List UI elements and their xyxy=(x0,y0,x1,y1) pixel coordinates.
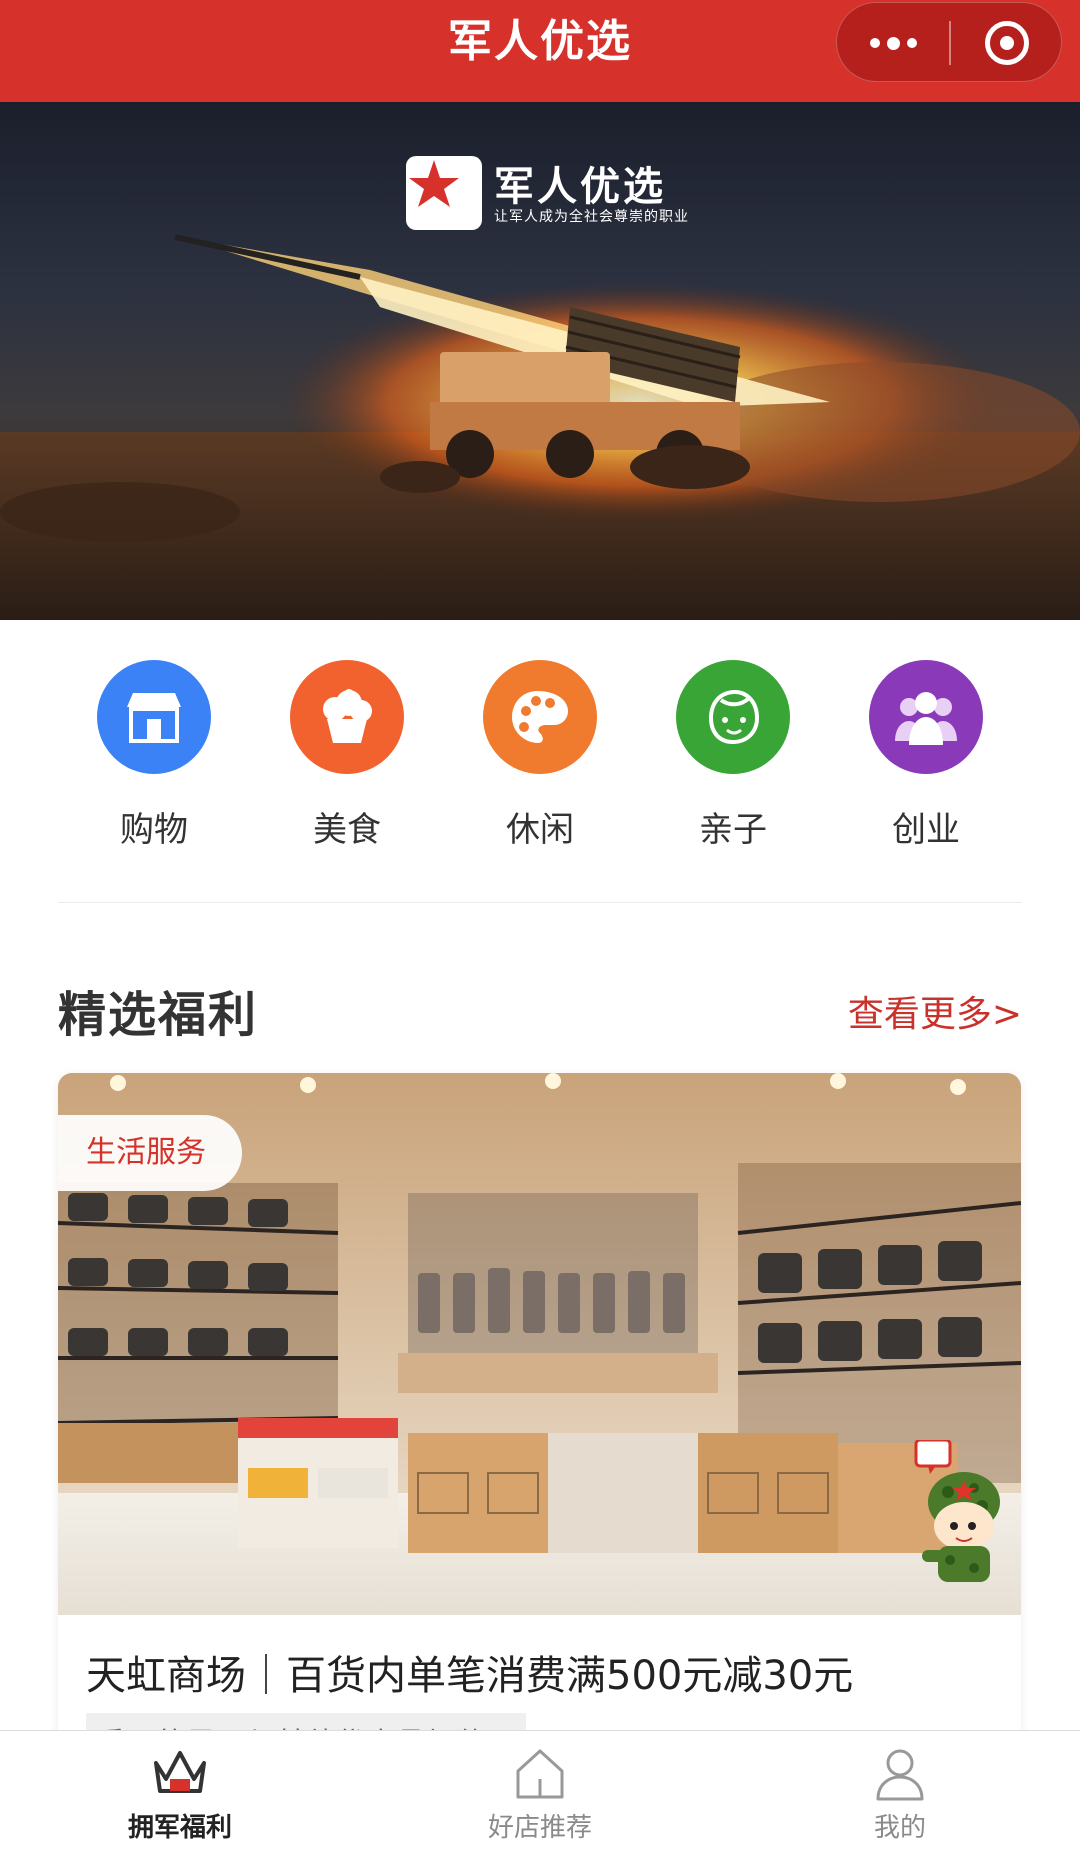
group-icon xyxy=(869,660,983,774)
view-more-link[interactable]: 查看更多> xyxy=(848,985,1022,1037)
category-parenting[interactable]: 亲子 xyxy=(663,660,803,851)
divider xyxy=(58,902,1022,903)
category-leisure[interactable]: 休闲 xyxy=(470,660,610,851)
navigation-bar: 军人优选 xyxy=(0,0,1080,102)
tab-label: 好店推荐 xyxy=(487,1813,592,1843)
category-label: 亲子 xyxy=(699,810,767,850)
brand-slogan: 让军人成为全社会尊崇的职业 xyxy=(494,209,689,225)
more-dots-icon xyxy=(869,38,880,48)
store-icon xyxy=(97,660,211,774)
category-tag: 生活服务 xyxy=(58,1115,242,1191)
tab-mine[interactable]: 我的 xyxy=(800,1745,1000,1844)
person-icon xyxy=(870,1745,930,1801)
tab-bar: 拥军福利 好店推荐 我的 xyxy=(0,1730,1080,1856)
hero-banner[interactable]: 军人优选 让军人成为全社会尊崇的职业 xyxy=(0,102,1080,620)
more-dot-right xyxy=(906,38,917,48)
category-business[interactable]: 创业 xyxy=(856,660,996,851)
section-title: 精选福利 xyxy=(58,987,259,1043)
brand-logo xyxy=(406,156,482,230)
palette-icon xyxy=(483,660,597,774)
tab-recommended-stores[interactable]: 好店推荐 xyxy=(440,1745,640,1844)
deal-card[interactable]: 生活服务 天虹商场｜百货内单笔消费满500元减30元 重要的是可与其他优惠叠加使… xyxy=(58,1073,1021,1773)
soldier-icon xyxy=(914,1438,1000,1582)
category-grid: 购物 美食 休闲 亲子 创业 xyxy=(0,660,1080,860)
category-shopping[interactable]: 购物 xyxy=(84,660,224,851)
mini-program-capsule xyxy=(836,2,1062,82)
category-label: 休闲 xyxy=(506,810,574,850)
soldier-mascot[interactable] xyxy=(912,1438,1012,1590)
more-button[interactable] xyxy=(837,3,949,83)
baby-face-icon xyxy=(676,660,790,774)
more-dot-center xyxy=(886,36,900,50)
red-star-icon xyxy=(409,160,459,207)
deal-title: 天虹商场｜百货内单笔消费满500元减30元 xyxy=(86,1653,854,1699)
tab-label: 我的 xyxy=(873,1813,926,1843)
target-close-icon xyxy=(985,21,1029,65)
close-button[interactable] xyxy=(951,3,1063,83)
tab-label: 拥军福利 xyxy=(127,1813,232,1843)
category-label: 创业 xyxy=(892,810,960,850)
cake-icon xyxy=(290,660,404,774)
category-label: 购物 xyxy=(120,810,188,850)
category-food[interactable]: 美食 xyxy=(277,660,417,851)
crown-icon xyxy=(150,1745,210,1801)
category-label: 美食 xyxy=(313,810,381,850)
house-icon xyxy=(510,1745,570,1801)
brand-name: 军人优选 xyxy=(494,164,666,210)
tab-military-benefits[interactable]: 拥军福利 xyxy=(80,1745,280,1844)
